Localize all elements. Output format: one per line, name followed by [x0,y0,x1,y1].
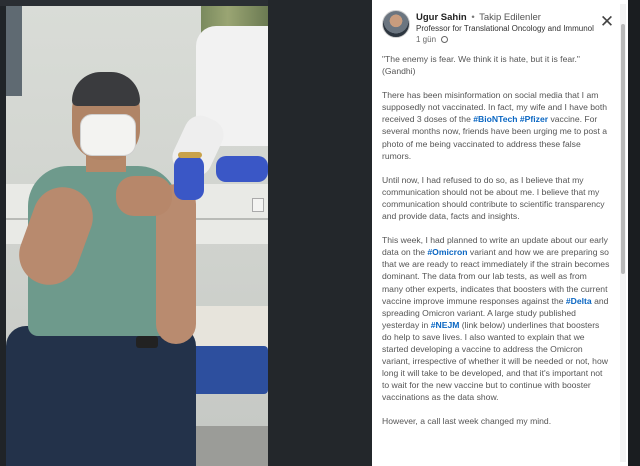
post-paragraph-5: However, a call last week changed my min… [382,416,552,427]
photo-person-legs [6,326,196,466]
hashtag-delta[interactable]: #Delta [566,296,592,306]
post-paragraph-4: This week, I had planned to write an upd… [382,234,610,403]
post-photo[interactable] [6,6,268,466]
author-headline: Professor for Translational Oncology and… [416,24,594,33]
post-body: "The enemy is fear. We think it is hate,… [382,53,610,466]
post-header: Ugur Sahin • Takip Edilenler Professor f… [372,0,628,50]
photo-door [6,6,22,96]
globe-icon [441,36,449,43]
time-ago: 1 gün [416,35,437,44]
author-row: Ugur Sahin • Takip Edilenler [416,12,596,23]
hashtag-pfizer[interactable]: #Pfizer [520,114,548,124]
quote-line-2: (Gandhi) [382,66,416,77]
viewer-backdrop [268,0,372,466]
photo-watch [136,336,158,348]
photo-glove-left [174,156,204,200]
photo-hand-on-shoulder [116,176,172,216]
author-name[interactable]: Ugur Sahin [416,12,467,23]
hashtag-biontech[interactable]: #BioNTech [473,114,517,124]
close-icon[interactable]: ✕ [598,13,616,31]
hashtag-nejm[interactable]: #NEJM [431,320,460,330]
paragraph-4-text-d: (link below) underlines that boosters do… [382,319,608,403]
photo-person-hair [72,72,140,106]
hashtag-omicron[interactable]: #Omicron [427,247,467,257]
photo-glove-right [216,156,268,182]
media-viewer [0,0,372,466]
avatar[interactable] [382,10,410,38]
photo-bracelet [178,152,202,158]
follow-status: Takip Edilenler [479,12,541,23]
post-detail-panel: Ugur Sahin • Takip Edilenler Professor f… [372,0,628,466]
post-time: 1 gün [416,35,516,44]
post-quote: "The enemy is fear. We think it is hate,… [382,53,610,77]
window-edge [628,0,640,466]
separator-dot: • [471,12,475,23]
photo-face-mask [80,114,136,156]
post-paragraph-3: Until now, I had refused to do so, as I … [382,174,605,222]
scrollbar-thumb[interactable] [621,24,625,274]
photo-socket [252,198,264,212]
quote-line-1: "The enemy is fear. We think it is hate,… [382,54,580,64]
post-paragraph-2: There has been misinformation on social … [382,89,610,162]
